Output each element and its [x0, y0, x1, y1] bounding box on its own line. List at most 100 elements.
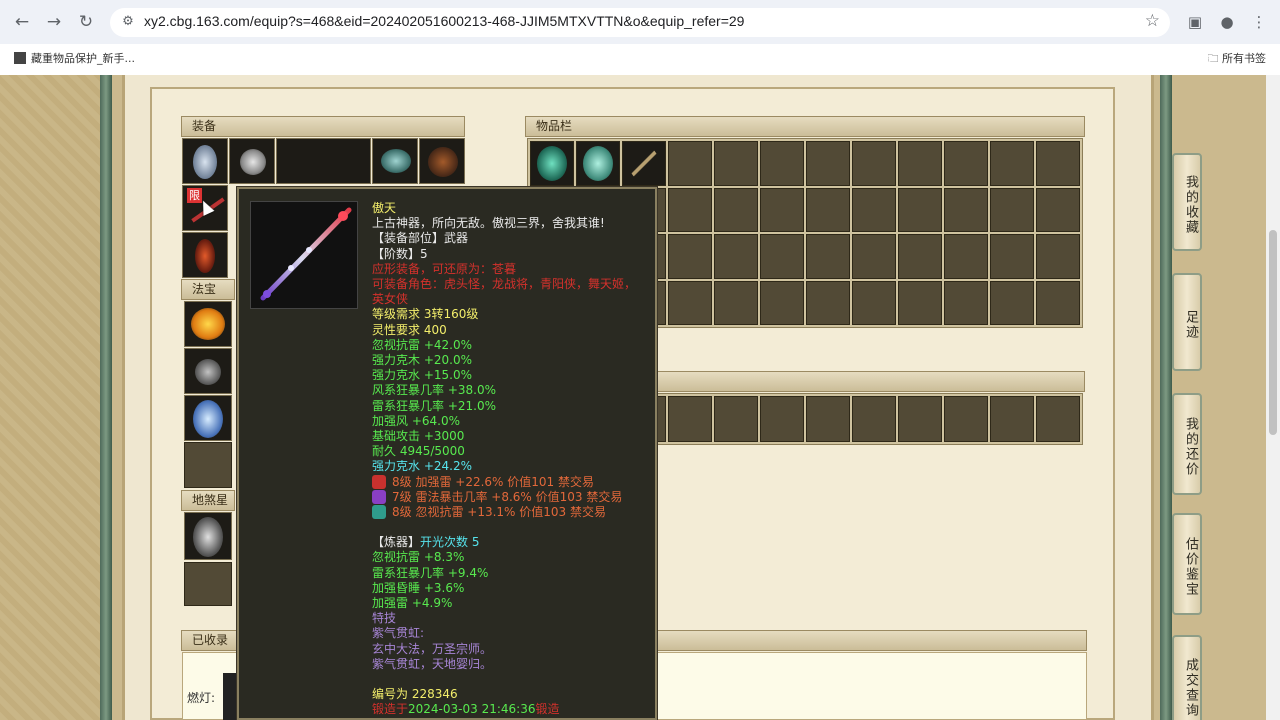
inventory-slot[interactable]	[714, 187, 758, 232]
inventory-slot[interactable]	[990, 187, 1034, 232]
storage-slot[interactable]	[944, 396, 988, 442]
inventory-slot[interactable]	[990, 141, 1034, 186]
sidebar-btn-favorites[interactable]: 我的收藏	[1172, 153, 1202, 251]
inventory-slot[interactable]	[898, 187, 942, 232]
storage-slot[interactable]	[898, 396, 942, 442]
bookmark-item[interactable]: 藏重物品保护_新手...	[14, 50, 135, 66]
inventory-slot[interactable]	[806, 234, 850, 279]
fabao-slot-2[interactable]	[184, 348, 232, 394]
address-bar[interactable]: ⚙ xy2.cbg.163.com/equip?s=468&eid=202402…	[110, 8, 1170, 37]
stat-line: 强力克木 +20.0%	[372, 353, 472, 368]
inventory-slot[interactable]	[898, 141, 942, 186]
all-bookmarks-button[interactable]: 🗀 所有书签	[1208, 50, 1267, 69]
storage-slot[interactable]	[714, 396, 758, 442]
stat-line: 雷系狂暴几率 +21.0%	[372, 398, 496, 413]
storage-slot[interactable]	[1036, 396, 1080, 442]
inventory-slot[interactable]	[944, 141, 988, 186]
sidebar-btn-appraisal[interactable]: 估价鉴宝	[1172, 513, 1202, 615]
stat-line: 基础攻击 +3000	[372, 429, 465, 444]
inventory-slot[interactable]	[1036, 141, 1080, 186]
url-text[interactable]: xy2.cbg.163.com/equip?s=468&eid=20240205…	[144, 13, 744, 29]
equip-slot-weapon-large[interactable]	[276, 138, 371, 184]
sidebar-btn-counteroffer[interactable]: 我的还价	[1172, 393, 1202, 495]
all-bookmarks-label: 所有书签	[1222, 52, 1266, 65]
forward-icon[interactable]: →	[42, 10, 66, 34]
profile-icon[interactable]: ●	[1215, 10, 1239, 34]
inventory-slot[interactable]	[668, 280, 712, 325]
inventory-slot[interactable]	[714, 280, 758, 325]
inventory-slot[interactable]	[898, 234, 942, 279]
sidebar-btn-footprint[interactable]: 足迹	[1172, 273, 1202, 371]
inventory-slot[interactable]	[714, 141, 758, 186]
refine-stat-line: 加强昏睡 +3.6%	[372, 580, 465, 595]
inventory-slot[interactable]	[668, 141, 712, 186]
weapon-image	[250, 201, 358, 309]
fabao-slot-1[interactable]	[184, 301, 232, 347]
reload-icon[interactable]: ↻	[74, 10, 98, 34]
inventory-slot[interactable]	[852, 234, 896, 279]
equip-slot-boots[interactable]	[419, 138, 465, 184]
fabao-panel-header: 法宝	[181, 279, 235, 300]
inventory-slot[interactable]	[944, 187, 988, 232]
inventory-slot[interactable]	[1036, 280, 1080, 325]
inventory-slot[interactable]	[990, 280, 1034, 325]
inventory-slot[interactable]	[668, 234, 712, 279]
storage-slot[interactable]	[990, 396, 1034, 442]
inventory-slot[interactable]	[760, 234, 804, 279]
inventory-slot[interactable]	[944, 234, 988, 279]
inventory-slot[interactable]	[806, 280, 850, 325]
gem-text: 8级 加强雷 +22.6% 价值101 禁交易	[392, 474, 594, 489]
inventory-slot[interactable]	[760, 187, 804, 232]
gem-list: 8级 加强雷 +22.6% 价值101 禁交易 7级 雷法暴击几率 +8.6% 价…	[372, 474, 652, 521]
inventory-slot[interactable]	[806, 187, 850, 232]
equip-slot-helmet[interactable]	[372, 138, 418, 184]
inventory-slot[interactable]	[760, 141, 804, 186]
inventory-slot[interactable]	[576, 141, 620, 186]
forge-suffix: 锻造	[535, 702, 560, 717]
inventory-slot[interactable]	[806, 141, 850, 186]
fabao-slot-4[interactable]	[184, 442, 232, 488]
gem-icon	[372, 505, 386, 520]
gem-line: 7级 雷法暴击几率 +8.6% 价值103 禁交易	[372, 489, 652, 505]
page-left-pattern	[0, 75, 100, 720]
sidebar-toggle-icon[interactable]: ▣	[1183, 10, 1207, 34]
equip-slot-armor[interactable]	[182, 138, 228, 184]
storage-slot[interactable]	[760, 396, 804, 442]
disha-slot-1[interactable]	[184, 512, 232, 560]
menu-icon[interactable]: ⋮	[1247, 10, 1271, 34]
inventory-slot[interactable]	[852, 280, 896, 325]
inventory-slot[interactable]	[1036, 187, 1080, 232]
page-scrollbar[interactable]	[1266, 75, 1280, 720]
inventory-slot[interactable]	[530, 141, 574, 186]
inventory-slot[interactable]	[622, 141, 666, 186]
gem-icon	[372, 489, 386, 504]
inventory-slot[interactable]	[668, 187, 712, 232]
inventory-slot[interactable]	[990, 234, 1034, 279]
inventory-slot[interactable]	[1036, 234, 1080, 279]
refine-stat-line: 加强雷 +4.9%	[372, 596, 453, 611]
storage-slot[interactable]	[806, 396, 850, 442]
refine-count: 开光次数 5	[420, 535, 480, 550]
inventory-slot[interactable]	[852, 187, 896, 232]
inventory-slot[interactable]	[760, 280, 804, 325]
inventory-slot[interactable]	[714, 234, 758, 279]
inventory-slot[interactable]	[852, 141, 896, 186]
inventory-slot[interactable]	[944, 280, 988, 325]
site-settings-icon[interactable]: ⚙	[118, 12, 138, 32]
fabao-slot-3[interactable]	[184, 395, 232, 441]
equip-slot-belt[interactable]	[182, 232, 228, 278]
sidebar-btn-transactions[interactable]: 成交查询	[1172, 635, 1202, 720]
inventory-slot[interactable]	[898, 280, 942, 325]
bookmark-star-icon[interactable]: ☆	[1145, 11, 1160, 31]
equip-slot-necklace[interactable]	[229, 138, 275, 184]
disha-slot-2[interactable]	[184, 562, 232, 606]
back-icon[interactable]: ←	[10, 10, 34, 34]
inventory-item-icon	[629, 146, 659, 181]
item-spirit-req: 灵性要求 400	[372, 322, 447, 337]
gem-line: 8级 加强雷 +22.6% 价值101 禁交易	[372, 474, 652, 490]
storage-slot[interactable]	[668, 396, 712, 442]
lamp-icon	[223, 673, 237, 720]
left-rail	[100, 75, 112, 720]
storage-slot[interactable]	[852, 396, 896, 442]
scrollbar-thumb[interactable]	[1269, 230, 1277, 435]
